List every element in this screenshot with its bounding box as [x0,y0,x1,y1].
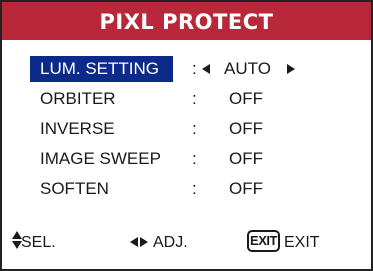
adjust-right-icon[interactable] [287,64,295,74]
menu-item-separator: : [192,89,197,108]
left-right-triangle-icon [130,237,150,247]
menu-item-value: OFF [229,149,263,168]
menu-item-value: OFF [229,179,263,198]
menu-item-label: LUM. SETTING [40,59,160,78]
menu-item-inverse[interactable]: INVERSE : OFF [2,116,371,142]
exit-hint-label: EXIT [284,234,320,251]
menu-item-lum-setting[interactable]: LUM. SETTING : AUTO [2,56,371,82]
menu-footer-legend: SEL. ADJ. EXIT EXIT [2,228,371,256]
menu-title: PIXL PROTECT [2,2,371,40]
menu-item-separator: : [192,119,197,138]
menu-item-value: OFF [229,89,263,108]
menu-item-orbiter[interactable]: ORBITER : OFF [2,86,371,112]
menu-item-separator: : [192,149,197,168]
menu-item-label: IMAGE SWEEP [40,149,161,168]
exit-key-icon: EXIT [247,230,280,252]
menu-item-label: SOFTEN [40,179,109,198]
select-hint-label: SEL. [21,234,56,251]
menu-item-image-sweep[interactable]: IMAGE SWEEP : OFF [2,146,371,172]
menu-item-separator: : [192,59,197,78]
adjust-hint-label: ADJ. [153,234,188,251]
menu-item-value: OFF [229,119,263,138]
menu-item-separator: : [192,179,197,198]
menu-item-label: INVERSE [40,119,115,138]
pixl-protect-menu: PIXL PROTECT LUM. SETTING : AUTO ORBITER… [0,0,373,271]
menu-item-soften[interactable]: SOFTEN : OFF [2,176,371,202]
menu-item-value[interactable]: AUTO [224,56,271,82]
menu-item-label: ORBITER [40,89,116,108]
adjust-left-icon[interactable] [202,64,210,74]
